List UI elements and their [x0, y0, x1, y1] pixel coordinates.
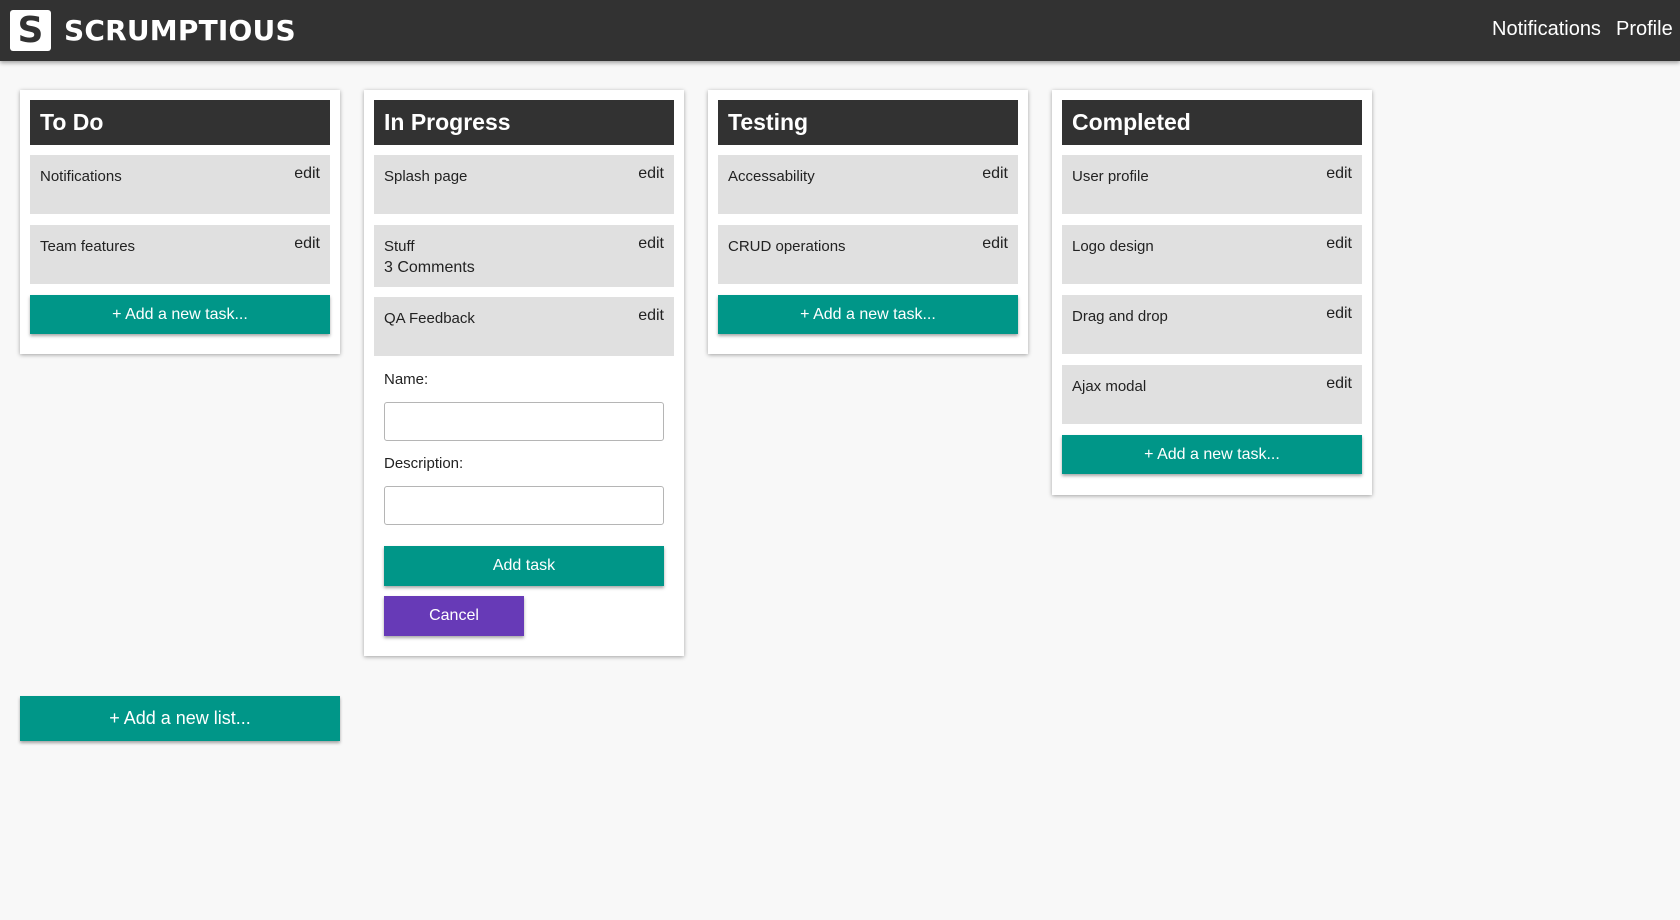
add-task-button[interactable]: + Add a new task...: [1062, 435, 1362, 474]
logo-icon[interactable]: S: [10, 10, 51, 51]
add-task-submit-button[interactable]: Add task: [384, 546, 664, 586]
task-name-input[interactable]: [384, 402, 664, 441]
task-name: QA Feedback: [384, 310, 475, 327]
name-label: Name:: [384, 371, 429, 388]
edit-link[interactable]: edit: [638, 165, 664, 183]
edit-link[interactable]: edit: [1326, 235, 1352, 253]
task-name: Stuff: [384, 238, 415, 255]
edit-link[interactable]: edit: [982, 165, 1008, 183]
edit-link[interactable]: edit: [294, 165, 320, 183]
list-title: To Do: [30, 100, 330, 145]
task-name: Drag and drop: [1072, 308, 1168, 325]
task-card[interactable]: Stuff 3 Comments edit: [374, 225, 674, 287]
brand-name[interactable]: SCRUMPTIOUS: [64, 14, 296, 47]
add-list-button[interactable]: + Add a new list...: [20, 696, 340, 741]
add-task-button[interactable]: + Add a new task...: [30, 295, 330, 334]
task-card[interactable]: Ajax modal edit: [1062, 365, 1362, 424]
comment-count: 3 Comments: [384, 259, 475, 276]
task-card[interactable]: Notifications edit: [30, 155, 330, 214]
task-name: Splash page: [384, 168, 468, 185]
list-title: In Progress: [374, 100, 674, 145]
task-card[interactable]: CRUD operations edit: [718, 225, 1018, 284]
description-label: Description:: [384, 455, 464, 472]
edit-link[interactable]: edit: [1326, 375, 1352, 393]
cancel-button[interactable]: Cancel: [384, 596, 524, 636]
list-completed: Completed User profile edit Logo design …: [1052, 90, 1372, 495]
task-name: Notifications: [40, 168, 122, 185]
task-description-input[interactable]: [384, 486, 664, 525]
edit-link[interactable]: edit: [982, 235, 1008, 253]
top-bar: S SCRUMPTIOUS Notifications Profile: [0, 0, 1680, 61]
task-name: Accessability: [728, 168, 815, 185]
task-name: Team features: [40, 238, 136, 255]
list-in-progress: In Progress Splash page edit Stuff 3 Com…: [364, 90, 684, 656]
task-card[interactable]: Logo design edit: [1062, 225, 1362, 284]
task-name: Ajax modal: [1072, 378, 1147, 395]
edit-link[interactable]: edit: [1326, 165, 1352, 183]
task-card[interactable]: Team features edit: [30, 225, 330, 284]
edit-link[interactable]: edit: [638, 307, 664, 325]
task-name: Logo design: [1072, 238, 1154, 255]
list-testing: Testing Accessability edit CRUD operatio…: [708, 90, 1028, 354]
edit-link[interactable]: edit: [638, 235, 664, 253]
list-title: Completed: [1062, 100, 1362, 145]
list-title: Testing: [718, 100, 1018, 145]
logo-letter: S: [17, 9, 44, 51]
task-card[interactable]: Accessability edit: [718, 155, 1018, 214]
add-task-button[interactable]: + Add a new task...: [718, 295, 1018, 334]
task-card[interactable]: User profile edit: [1062, 155, 1362, 214]
task-card[interactable]: QA Feedback edit: [374, 297, 674, 356]
task-card[interactable]: Drag and drop edit: [1062, 295, 1362, 354]
edit-link[interactable]: edit: [1326, 305, 1352, 323]
edit-link[interactable]: edit: [294, 235, 320, 253]
nav-notifications[interactable]: Notifications: [1492, 18, 1601, 41]
list-to-do: To Do Notifications edit Team features e…: [20, 90, 340, 354]
task-name: CRUD operations: [728, 238, 846, 255]
task-name: User profile: [1072, 168, 1149, 185]
task-card[interactable]: Splash page edit: [374, 155, 674, 214]
nav-profile[interactable]: Profile: [1616, 18, 1673, 41]
